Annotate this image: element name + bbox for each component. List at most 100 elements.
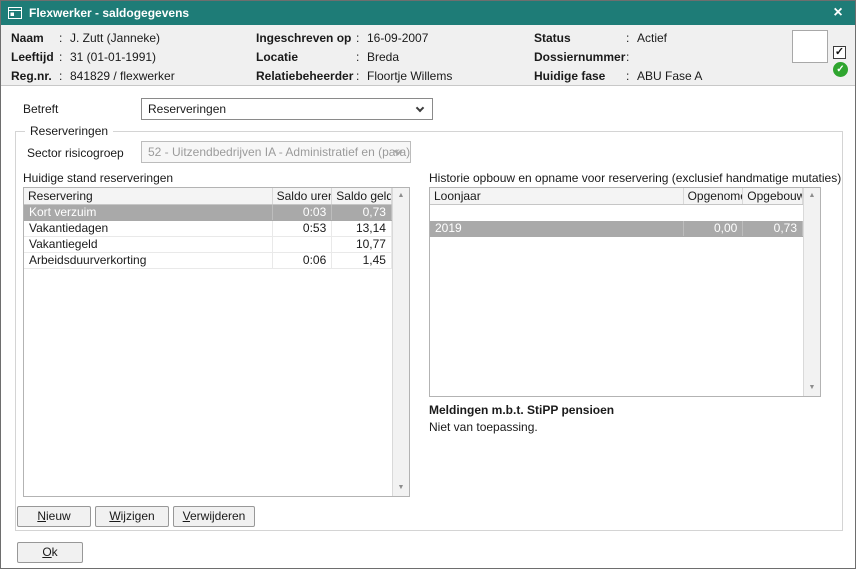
field-label: Reg.nr. <box>11 67 59 86</box>
field-label: Ingeschreven op <box>256 29 356 48</box>
field-value: ABU Fase A <box>637 67 702 86</box>
table-row-vakantiedagen[interactable]: Vakantiedagen 0:53 13,14 <box>24 221 392 237</box>
column-header-loonjaar[interactable]: Loonjaar <box>430 188 684 204</box>
header-column-3: Status : Actief Dossiernummer : Huidige … <box>534 29 702 86</box>
cell-saldo-uren: 0:03 <box>273 205 333 220</box>
header-column-2: Ingeschreven op : 16-09-2007 Locatie : B… <box>256 29 452 86</box>
column-header-opgebouwd[interactable]: Opgebouwd <box>743 188 803 204</box>
flexwerker-info-panel: Naam : J. Zutt (Janneke) Leeftijd : 31 (… <box>1 25 855 86</box>
cell-saldo-geld: 1,45 <box>332 253 392 268</box>
cell-saldo-geld: 13,14 <box>332 221 392 236</box>
table-row-arbeidsduurverkorting[interactable]: Arbeidsduurverkorting 0:06 1,45 <box>24 253 392 269</box>
field-naam: Naam : J. Zutt (Janneke) <box>11 29 175 48</box>
field-label: Huidige fase <box>534 67 626 86</box>
field-regnr: Reg.nr. : 841829 / flexwerker <box>11 67 175 86</box>
field-separator: : <box>356 67 367 86</box>
titlebar[interactable]: Flexwerker - saldogegevens × <box>1 1 855 25</box>
flexwerker-saldogegevens-dialog: Flexwerker - saldogegevens × Naam : J. Z… <box>0 0 856 569</box>
table-row-2019[interactable]: 2019 0,00 0,73 <box>430 221 803 237</box>
column-header-saldo-uren[interactable]: Saldo uren <box>273 188 333 204</box>
field-relatiebeheerder: Relatiebeheerder : Floortje Willems <box>256 67 452 86</box>
window-icon <box>8 7 22 19</box>
close-button[interactable]: × <box>828 3 848 23</box>
table-header-row: Loonjaar Opgenomen Opgebouwd <box>430 188 803 205</box>
table-row-kort-verzuim[interactable]: Kort verzuim 0:03 0,73 <box>24 205 392 221</box>
betreft-label: Betreft <box>23 102 58 116</box>
field-huidige-fase: Huidige fase : ABU Fase A <box>534 67 702 86</box>
column-header-saldo-geld[interactable]: Saldo geld <box>332 188 392 204</box>
field-value: Actief <box>637 29 667 48</box>
verwijderen-button[interactable]: Verwijderen <box>173 506 255 527</box>
historie-table: Loonjaar Opgenomen Opgebouwd 2019 0,00 0… <box>429 187 821 397</box>
field-value: Breda <box>367 48 399 67</box>
groupbox-legend: Reserveringen <box>25 124 113 138</box>
field-leeftijd: Leeftijd : 31 (01-01-1991) <box>11 48 175 67</box>
stand-table-title: Huidige stand reserveringen <box>23 171 173 185</box>
sector-risicogroep-label: Sector risicogroep <box>27 146 124 160</box>
field-dossiernummer: Dossiernummer : <box>534 48 702 67</box>
ok-button[interactable]: Ok <box>17 542 83 563</box>
field-label: Naam <box>11 29 59 48</box>
table-row-vakantiegeld[interactable]: Vakantiegeld 10,77 <box>24 237 392 253</box>
nieuw-button[interactable]: Nieuw <box>17 506 91 527</box>
field-separator: : <box>59 48 70 67</box>
meldingen-text: Niet van toepassing. <box>429 420 538 434</box>
column-header-opgenomen[interactable]: Opgenomen <box>684 188 744 204</box>
photo-placeholder <box>792 30 828 63</box>
historie-table-title: Historie opbouw en opname voor reserveri… <box>429 171 841 185</box>
field-status: Status : Actief <box>534 29 702 48</box>
meldingen-title: Meldingen m.b.t. StiPP pensioen <box>429 403 614 417</box>
cell-saldo-uren: 0:53 <box>273 221 333 236</box>
cell-saldo-geld: 10,77 <box>332 237 392 252</box>
field-value: Floortje Willems <box>367 67 452 86</box>
sector-risicogroep-select: 52 - Uitzendbedrijven IA - Administratie… <box>141 141 411 163</box>
scroll-up-button[interactable]: ▲ <box>804 188 820 204</box>
scroll-down-button[interactable]: ▼ <box>804 380 820 396</box>
vertical-scrollbar[interactable]: ▲ ▼ <box>803 188 820 396</box>
cell-loonjaar: 2019 <box>430 221 684 236</box>
cell-reservering: Vakantiegeld <box>24 237 273 252</box>
betreft-select-value: Reserveringen <box>148 102 226 116</box>
cell-reservering: Arbeidsduurverkorting <box>24 253 273 268</box>
window-title: Flexwerker - saldogegevens <box>29 6 828 20</box>
field-separator: : <box>626 48 637 67</box>
cell-saldo-geld: 0,73 <box>332 205 392 220</box>
table-header-row: Reservering Saldo uren Saldo geld <box>24 188 392 205</box>
scroll-up-button[interactable]: ▲ <box>393 188 409 204</box>
field-label: Locatie <box>256 48 356 67</box>
field-value: 841829 / flexwerker <box>70 67 175 86</box>
field-label: Leeftijd <box>11 48 59 67</box>
field-separator: : <box>626 67 637 86</box>
cell-reservering: Vakantiedagen <box>24 221 273 236</box>
cell-saldo-uren <box>273 237 333 252</box>
status-ok-icon: ✓ <box>833 62 848 77</box>
cell-saldo-uren: 0:06 <box>273 253 333 268</box>
field-value: 31 (01-01-1991) <box>70 48 156 67</box>
field-separator: : <box>356 29 367 48</box>
cell-opgebouwd: 0,73 <box>743 221 803 236</box>
header-column-1: Naam : J. Zutt (Janneke) Leeftijd : 31 (… <box>11 29 175 86</box>
field-separator: : <box>626 29 637 48</box>
betreft-select[interactable]: Reserveringen <box>141 98 433 120</box>
stand-reserveringen-table: Reservering Saldo uren Saldo geld Kort v… <box>23 187 410 497</box>
field-label: Relatiebeheerder <box>256 67 356 86</box>
field-value: 16-09-2007 <box>367 29 428 48</box>
field-value: J. Zutt (Janneke) <box>70 29 160 48</box>
cell-reservering: Kort verzuim <box>24 205 273 220</box>
sector-risicogroep-value: 52 - Uitzendbedrijven IA - Administratie… <box>148 145 410 159</box>
field-ingeschreven-op: Ingeschreven op : 16-09-2007 <box>256 29 452 48</box>
chevron-down-icon <box>416 104 424 112</box>
cell-opgenomen: 0,00 <box>684 221 744 236</box>
field-locatie: Locatie : Breda <box>256 48 452 67</box>
wijzigen-button[interactable]: Wijzigen <box>95 506 169 527</box>
scroll-down-button[interactable]: ▼ <box>393 480 409 496</box>
empty-row-space <box>430 205 803 221</box>
vertical-scrollbar[interactable]: ▲ ▼ <box>392 188 409 496</box>
flag-checkbox[interactable]: ✓ <box>833 46 846 59</box>
field-separator: : <box>356 48 367 67</box>
field-separator: : <box>59 67 70 86</box>
field-label: Dossiernummer <box>534 48 626 67</box>
field-label: Status <box>534 29 626 48</box>
column-header-reservering[interactable]: Reservering <box>24 188 273 204</box>
field-separator: : <box>59 29 70 48</box>
